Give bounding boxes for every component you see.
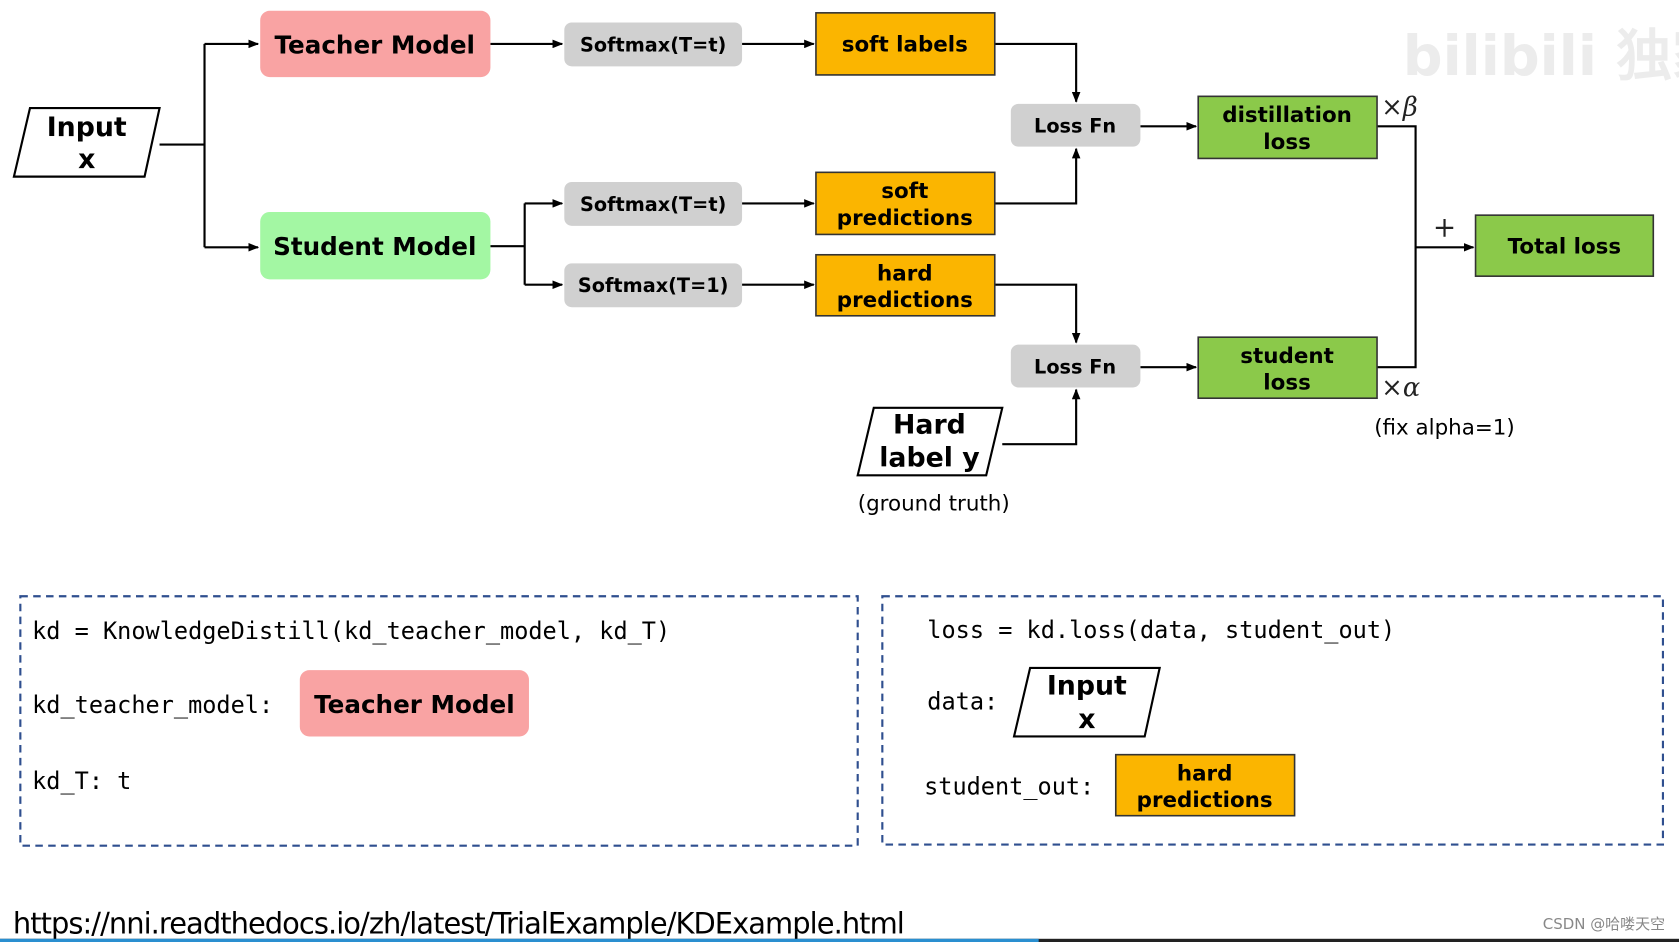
svg-text:student: student bbox=[1240, 344, 1334, 369]
svg-text:Student Model: Student Model bbox=[273, 232, 476, 261]
svg-text:soft labels: soft labels bbox=[842, 32, 968, 57]
code-panel-left: kd = KnowledgeDistill(kd_teacher_model, … bbox=[19, 595, 859, 847]
svg-text:Hard: Hard bbox=[893, 410, 966, 441]
svg-text:Input: Input bbox=[1047, 671, 1127, 702]
fix-alpha-note: (fix alpha=1) bbox=[1374, 416, 1515, 441]
svg-text:hard: hard bbox=[1177, 761, 1233, 786]
svg-text:kd_teacher_model:: kd_teacher_model: bbox=[32, 691, 273, 719]
soft-predictions-node: soft predictions bbox=[815, 171, 996, 236]
svg-text:Teacher Model: Teacher Model bbox=[314, 690, 515, 719]
svg-text:Loss Fn: Loss Fn bbox=[1034, 356, 1116, 379]
svg-text:loss = kd.loss(data, student_o: loss = kd.loss(data, student_out) bbox=[927, 616, 1395, 644]
times-alpha-label: ×α bbox=[1381, 373, 1420, 403]
source-url-link[interactable]: https://nni.readthedocs.io/zh/latest/Tri… bbox=[13, 906, 905, 940]
hard-predictions-node: hard predictions bbox=[815, 253, 996, 317]
svg-text:soft: soft bbox=[881, 179, 928, 204]
student-loss-node: student loss bbox=[1197, 336, 1378, 400]
svg-text:kd = KnowledgeDistill(kd_teach: kd = KnowledgeDistill(kd_teacher_model, … bbox=[32, 617, 670, 645]
kd-diagram: bilibili 独家 Input x Teacher Model Studen… bbox=[0, 10, 1679, 942]
loss-fn-bottom-node: Loss Fn bbox=[1010, 344, 1141, 388]
softmax-student-t-node: Softmax(T=t) bbox=[564, 181, 743, 226]
ground-truth-note: (ground truth) bbox=[858, 492, 1010, 517]
svg-text:hard: hard bbox=[877, 261, 933, 286]
svg-text:Softmax(T=t): Softmax(T=t) bbox=[580, 33, 726, 56]
plus-label: + bbox=[1433, 211, 1456, 244]
svg-text:Input: Input bbox=[47, 112, 127, 143]
input-x-node: Input x bbox=[12, 107, 161, 178]
svg-text:student_out:: student_out: bbox=[924, 772, 1094, 800]
csdn-credit: CSDN @哈喽天空 bbox=[1543, 915, 1665, 933]
svg-text:Teacher Model: Teacher Model bbox=[275, 31, 476, 60]
total-loss-node: Total loss bbox=[1474, 214, 1655, 277]
distillation-loss-node: distillation loss bbox=[1197, 95, 1378, 160]
svg-text:Softmax(T=1): Softmax(T=1) bbox=[578, 274, 729, 297]
softmax-teacher-node: Softmax(T=t) bbox=[564, 22, 743, 67]
svg-text:Softmax(T=t): Softmax(T=t) bbox=[580, 193, 726, 216]
student-model-node: Student Model bbox=[260, 211, 491, 280]
svg-text:data:: data: bbox=[927, 688, 998, 716]
svg-text:loss: loss bbox=[1263, 130, 1311, 155]
svg-text:predictions: predictions bbox=[837, 288, 973, 313]
svg-text:Loss Fn: Loss Fn bbox=[1034, 115, 1116, 138]
loss-fn-top-node: Loss Fn bbox=[1010, 103, 1141, 147]
svg-text:kd_T: t: kd_T: t bbox=[32, 767, 131, 795]
svg-text:distillation: distillation bbox=[1222, 103, 1352, 128]
svg-text:Total loss: Total loss bbox=[1508, 235, 1621, 260]
svg-text:predictions: predictions bbox=[837, 206, 973, 231]
soft-labels-node: soft labels bbox=[815, 12, 996, 76]
code-panel-right: loss = kd.loss(data, student_out) data: … bbox=[881, 595, 1665, 846]
svg-text:x: x bbox=[78, 144, 95, 175]
times-beta-label: ×β bbox=[1381, 93, 1417, 123]
svg-text:label y: label y bbox=[879, 443, 979, 474]
hard-label-y-node: Hard label y bbox=[856, 406, 1004, 477]
svg-text:x: x bbox=[1078, 704, 1095, 735]
svg-text:loss: loss bbox=[1263, 371, 1311, 396]
svg-text:predictions: predictions bbox=[1137, 788, 1273, 813]
teacher-model-node: Teacher Model bbox=[260, 10, 491, 78]
bilibili-watermark: bilibili 独家 bbox=[1403, 24, 1679, 89]
softmax-student-1-node: Softmax(T=1) bbox=[564, 263, 743, 308]
